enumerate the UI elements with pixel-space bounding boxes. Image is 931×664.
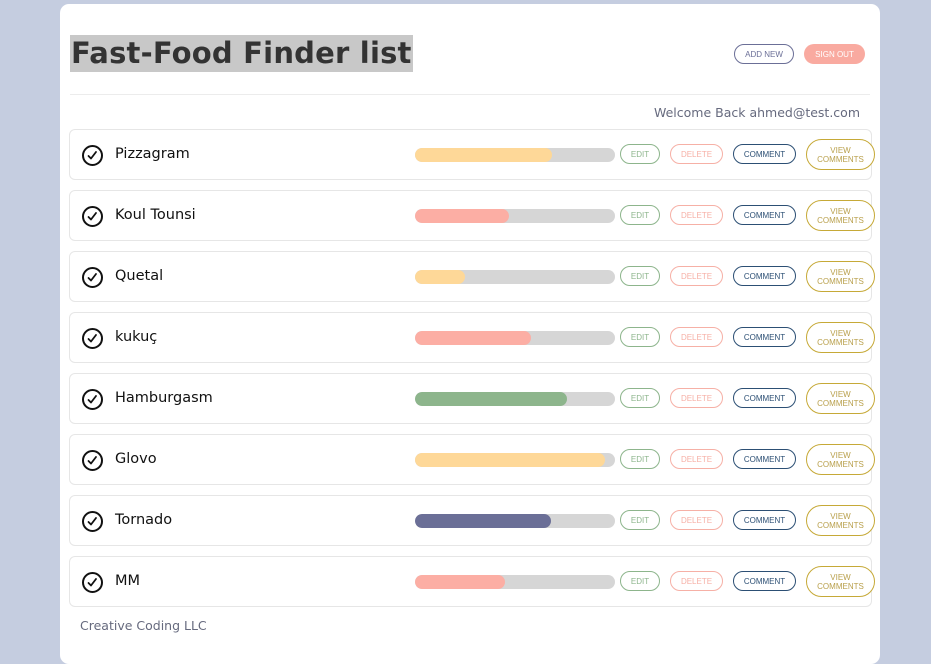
restaurant-name: kukuç [115, 329, 158, 345]
welcome-message: Welcome Back ahmed@test.com [653, 105, 860, 120]
rating-bar [415, 331, 615, 345]
view-comments-button[interactable]: VIEW COMMENTS [806, 505, 875, 536]
view-comments-line1: VIEW [830, 511, 851, 521]
rating-bar [415, 453, 615, 467]
edit-button[interactable]: EDIT [620, 449, 660, 469]
header-divider [70, 94, 870, 95]
view-comments-line1: VIEW [830, 145, 851, 155]
list-item: Tornado EDIT DELETE COMMENT VIEW COMMENT… [69, 495, 875, 546]
view-comments-line1: VIEW [830, 328, 851, 338]
restaurant-name: Pizzagram [115, 146, 190, 162]
edit-button[interactable]: EDIT [620, 266, 660, 286]
delete-button[interactable]: DELETE [670, 266, 723, 286]
rating-bar [415, 575, 615, 589]
rating-bar-fill [415, 148, 552, 162]
view-comments-line2: COMMENTS [817, 581, 864, 591]
view-comments-line2: COMMENTS [817, 520, 864, 530]
restaurant-name: Koul Tounsi [115, 207, 196, 223]
view-comments-button[interactable]: VIEW COMMENTS [806, 566, 875, 597]
comment-button[interactable]: COMMENT [733, 388, 796, 408]
view-comments-line1: VIEW [830, 450, 851, 460]
edit-button[interactable]: EDIT [620, 510, 660, 530]
comment-button[interactable]: COMMENT [733, 266, 796, 286]
view-comments-line2: COMMENTS [817, 398, 864, 408]
rating-bar-fill [415, 209, 509, 223]
delete-button[interactable]: DELETE [670, 449, 723, 469]
list-item: Pizzagram EDIT DELETE COMMENT VIEW COMME… [69, 129, 875, 180]
view-comments-line2: COMMENTS [817, 154, 864, 164]
check-circle-icon [82, 572, 103, 593]
view-comments-line1: VIEW [830, 572, 851, 582]
edit-button[interactable]: EDIT [620, 388, 660, 408]
comment-button[interactable]: COMMENT [733, 327, 796, 347]
view-comments-button[interactable]: VIEW COMMENTS [806, 200, 875, 231]
restaurant-name: Glovo [115, 451, 157, 467]
check-circle-icon [82, 145, 103, 166]
view-comments-button[interactable]: VIEW COMMENTS [806, 383, 875, 414]
rating-bar-fill [415, 270, 465, 284]
view-comments-line1: VIEW [830, 206, 851, 216]
view-comments-line2: COMMENTS [817, 215, 864, 225]
rating-bar [415, 514, 615, 528]
check-circle-icon [82, 450, 103, 471]
rating-bar [415, 209, 615, 223]
rating-bar-fill [415, 575, 505, 589]
page-title: Fast-Food Finder list [70, 35, 413, 72]
rating-bar-fill [415, 392, 567, 406]
footer-text: Creative Coding LLC [80, 618, 207, 633]
comment-button[interactable]: COMMENT [733, 205, 796, 225]
view-comments-button[interactable]: VIEW COMMENTS [806, 139, 875, 170]
list-item: Quetal EDIT DELETE COMMENT VIEW COMMENTS [69, 251, 875, 302]
comment-button[interactable]: COMMENT [733, 510, 796, 530]
comment-button[interactable]: COMMENT [733, 144, 796, 164]
rating-bar-fill [415, 331, 531, 345]
list-item: Glovo EDIT DELETE COMMENT VIEW COMMENTS [69, 434, 875, 485]
restaurant-name: Quetal [115, 268, 164, 284]
comment-button[interactable]: COMMENT [733, 449, 796, 469]
delete-button[interactable]: DELETE [670, 327, 723, 347]
sign-out-button[interactable]: SIGN OUT [804, 44, 865, 64]
view-comments-line1: VIEW [830, 389, 851, 399]
rating-bar [415, 392, 615, 406]
list-item: Koul Tounsi EDIT DELETE COMMENT VIEW COM… [69, 190, 875, 241]
edit-button[interactable]: EDIT [620, 327, 660, 347]
check-circle-icon [82, 267, 103, 288]
check-circle-icon [82, 511, 103, 532]
view-comments-button[interactable]: VIEW COMMENTS [806, 444, 875, 475]
view-comments-line2: COMMENTS [817, 459, 864, 469]
delete-button[interactable]: DELETE [670, 144, 723, 164]
edit-button[interactable]: EDIT [620, 144, 660, 164]
rating-bar [415, 270, 615, 284]
check-circle-icon [82, 206, 103, 227]
main-card: Fast-Food Finder list ADD NEW SIGN OUT W… [60, 4, 880, 664]
edit-button[interactable]: EDIT [620, 571, 660, 591]
list-item: MM EDIT DELETE COMMENT VIEW COMMENTS [69, 556, 875, 607]
view-comments-line1: VIEW [830, 267, 851, 277]
delete-button[interactable]: DELETE [670, 205, 723, 225]
view-comments-button[interactable]: VIEW COMMENTS [806, 322, 875, 353]
restaurant-name: MM [115, 573, 141, 589]
list-item: kukuç EDIT DELETE COMMENT VIEW COMMENTS [69, 312, 875, 363]
restaurant-list: Pizzagram EDIT DELETE COMMENT VIEW COMME… [69, 129, 875, 617]
rating-bar-fill [415, 453, 605, 467]
view-comments-line2: COMMENTS [817, 337, 864, 347]
restaurant-name: Tornado [115, 512, 173, 528]
add-new-button[interactable]: ADD NEW [734, 44, 794, 64]
delete-button[interactable]: DELETE [670, 510, 723, 530]
rating-bar [415, 148, 615, 162]
view-comments-line2: COMMENTS [817, 276, 864, 286]
comment-button[interactable]: COMMENT [733, 571, 796, 591]
list-item: Hamburgasm EDIT DELETE COMMENT VIEW COMM… [69, 373, 875, 424]
edit-button[interactable]: EDIT [620, 205, 660, 225]
check-circle-icon [82, 389, 103, 410]
restaurant-name: Hamburgasm [115, 390, 213, 406]
delete-button[interactable]: DELETE [670, 388, 723, 408]
rating-bar-fill [415, 514, 551, 528]
view-comments-button[interactable]: VIEW COMMENTS [806, 261, 875, 292]
delete-button[interactable]: DELETE [670, 571, 723, 591]
check-circle-icon [82, 328, 103, 349]
